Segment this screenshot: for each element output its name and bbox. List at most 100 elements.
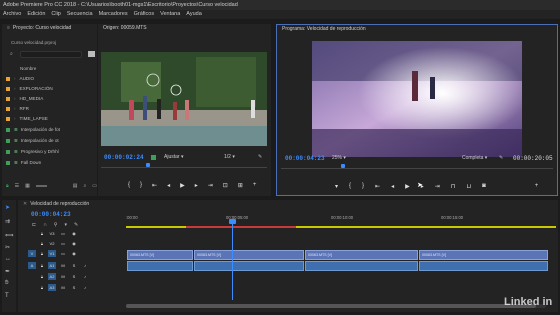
- program-scrub-bar[interactable]: [281, 166, 553, 169]
- lock-icon[interactable]: 🔒︎: [38, 273, 46, 280]
- mark-in-icon[interactable]: {: [128, 182, 130, 189]
- mic-icon[interactable]: ♪: [81, 273, 89, 280]
- sync-lock-icon[interactable]: ▭: [59, 230, 67, 237]
- solo-icon[interactable]: S: [70, 284, 78, 291]
- timeline-audio-clip[interactable]: [127, 261, 193, 271]
- mute-icon[interactable]: M: [59, 262, 67, 269]
- track-source-patch-v1[interactable]: V: [28, 250, 36, 257]
- zoom-slider[interactable]: [35, 185, 47, 187]
- timeline-playhead-handle[interactable]: [229, 219, 236, 224]
- overwrite-icon[interactable]: ⊞: [238, 182, 243, 189]
- go-to-out-icon[interactable]: ⇥: [208, 182, 213, 189]
- lift-icon[interactable]: ⊓: [451, 183, 456, 190]
- settings-icon[interactable]: ✎: [74, 222, 78, 228]
- bin-exploracion[interactable]: › EXPLORACIÓN: [6, 84, 94, 93]
- timeline-audio-clip[interactable]: [305, 261, 418, 271]
- extract-icon[interactable]: ⊔: [466, 183, 471, 190]
- menu-archivo[interactable]: Archivo: [3, 10, 21, 19]
- timeline-video-clip[interactable]: 00063.MTS [V]: [194, 250, 304, 260]
- source-timecode[interactable]: 00:00:02:24: [104, 154, 144, 161]
- hand-tool-icon[interactable]: ✋︎: [5, 280, 8, 287]
- timeline-audio-clip[interactable]: [419, 261, 548, 271]
- menu-edicion[interactable]: Edición: [27, 10, 45, 19]
- play-icon[interactable]: ▶: [405, 183, 410, 190]
- source-playhead[interactable]: [146, 163, 150, 167]
- list-view-icon[interactable]: ☰: [15, 183, 19, 189]
- go-to-in-icon[interactable]: ⇤: [152, 182, 157, 189]
- source-video-frame[interactable]: [101, 52, 267, 146]
- icon-view-icon[interactable]: ▦: [25, 183, 30, 189]
- mark-out-icon[interactable]: }: [140, 182, 142, 189]
- track-label[interactable]: V1: [48, 250, 56, 257]
- track-label[interactable]: V2: [48, 240, 56, 247]
- eye-icon[interactable]: ◉: [70, 250, 78, 257]
- solo-icon[interactable]: S: [70, 273, 78, 280]
- step-back-icon[interactable]: ◂: [391, 183, 394, 190]
- menu-graficos[interactable]: Gráficos: [134, 10, 154, 19]
- track-label[interactable]: A2: [48, 273, 56, 280]
- new-bin-icon[interactable]: [88, 51, 95, 57]
- program-timecode[interactable]: 00:00:04:23: [285, 155, 325, 162]
- lock-icon[interactable]: 🔒︎: [38, 284, 46, 291]
- sequence-item[interactable]: ≋ Interpolación de ot: [6, 136, 94, 145]
- source-marker-icon[interactable]: [151, 155, 156, 160]
- sync-lock-icon[interactable]: ▭: [59, 240, 67, 247]
- step-back-icon[interactable]: ◂: [167, 182, 170, 189]
- mark-in-icon[interactable]: {: [349, 183, 351, 190]
- snap-icon[interactable]: ∩: [43, 222, 47, 228]
- sequence-item[interactable]: ≋ Progresivo y Drhhl: [6, 147, 94, 156]
- source-fit-select[interactable]: Ajustar ▾: [164, 154, 183, 160]
- wrench-icon[interactable]: ✎: [499, 155, 503, 161]
- lock-icon[interactable]: 🔒︎: [38, 262, 46, 269]
- track-label[interactable]: A1: [48, 262, 56, 269]
- wrench-icon[interactable]: ✎: [258, 154, 262, 160]
- selection-tool-icon[interactable]: ➤: [5, 204, 10, 211]
- name-column-header[interactable]: Nombre: [20, 66, 36, 71]
- source-scrub-bar[interactable]: [101, 165, 267, 168]
- timeline-tab[interactable]: ✕ Velocidad de reproducción: [18, 200, 558, 209]
- timeline-video-clip[interactable]: 00063.MTS [V]: [305, 250, 418, 260]
- source-tab[interactable]: Origen: 00059.MTS: [98, 24, 271, 33]
- add-button-icon[interactable]: +: [253, 182, 257, 189]
- bin-rfr[interactable]: › RFR: [6, 104, 94, 113]
- pen-tool-icon[interactable]: ✒: [5, 268, 10, 275]
- track-select-tool-icon[interactable]: ⇉: [5, 218, 10, 225]
- eye-icon[interactable]: ◉: [70, 230, 78, 237]
- mic-icon[interactable]: ♪: [81, 284, 89, 291]
- bin-time-lapse[interactable]: › TIME_LAPSE: [6, 114, 94, 123]
- mark-out-icon[interactable]: }: [362, 183, 364, 190]
- menu-marcadores[interactable]: Marcadores: [99, 10, 128, 19]
- timeline-playhead[interactable]: [232, 220, 233, 300]
- timeline-timecode[interactable]: 00:00:04:23: [31, 211, 71, 218]
- menu-clip[interactable]: Clip: [51, 10, 60, 19]
- ripple-edit-tool-icon[interactable]: ⟺: [5, 232, 14, 239]
- menu-ayuda[interactable]: Ayuda: [186, 10, 202, 19]
- solo-icon[interactable]: S: [70, 262, 78, 269]
- program-video-frame[interactable]: [312, 41, 522, 157]
- go-to-in-icon[interactable]: ⇤: [375, 183, 380, 190]
- camera-icon[interactable]: ◙: [482, 183, 486, 190]
- mute-icon[interactable]: M: [59, 284, 67, 291]
- lock-icon[interactable]: 🔒︎: [6, 183, 9, 189]
- menu-ventana[interactable]: Ventana: [160, 10, 180, 19]
- timeline-ruler[interactable]: :00:00 00:00:05:00 00:00:10:00 00:00:15:…: [126, 214, 556, 228]
- go-to-out-icon[interactable]: ⇥: [435, 183, 440, 190]
- menu-secuencia[interactable]: Secuencia: [67, 10, 93, 19]
- program-tab[interactable]: Programa: Velocidad de reproducción: [277, 25, 557, 34]
- timeline-scroll-thumb[interactable]: [126, 304, 536, 308]
- project-tab[interactable]: ≡ Proyecto: Curso velocidad: [2, 24, 97, 33]
- track-source-patch-a1[interactable]: A: [28, 262, 36, 269]
- search-icon[interactable]: ⌕: [83, 183, 86, 189]
- mute-icon[interactable]: M: [59, 273, 67, 280]
- linked-selection-icon[interactable]: ⚲: [54, 222, 58, 228]
- timeline-video-clip[interactable]: 00063.MTS [V]: [419, 250, 548, 260]
- source-resolution-select[interactable]: 1/2 ▾: [224, 154, 235, 160]
- nest-icon[interactable]: ⊏: [32, 222, 36, 228]
- timeline-audio-clip[interactable]: [194, 261, 304, 271]
- lock-icon[interactable]: 🔒︎: [38, 250, 46, 257]
- sync-lock-icon[interactable]: ▭: [59, 250, 67, 257]
- add-marker-icon[interactable]: ▾: [64, 222, 67, 228]
- slip-tool-icon[interactable]: ↔: [5, 256, 11, 262]
- eye-icon[interactable]: ◉: [70, 240, 78, 247]
- bin-audio[interactable]: › AUDIO: [6, 74, 94, 83]
